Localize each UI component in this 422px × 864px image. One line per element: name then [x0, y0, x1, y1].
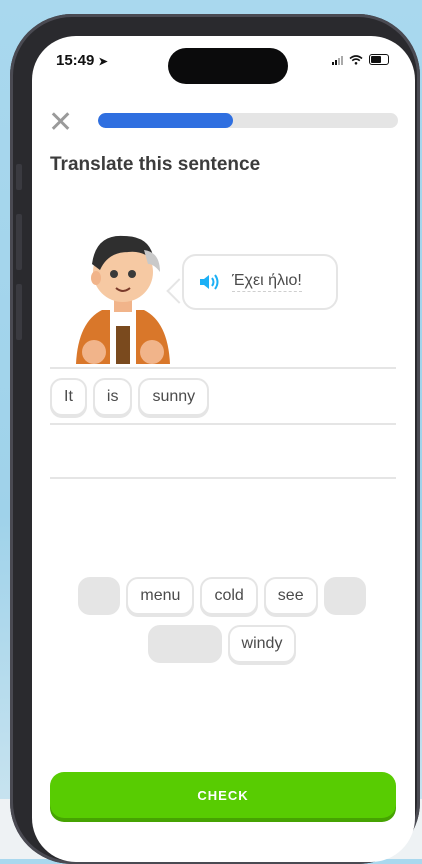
character-illustration [76, 235, 170, 364]
prompt-sentence[interactable]: Έχει ήλιο! [232, 272, 302, 292]
signal-icon [332, 55, 343, 65]
battery-icon [369, 54, 389, 65]
answer-chip[interactable]: It [50, 378, 87, 416]
phone-frame: 15:49 ➤ ✕ Translate this sentence Έχει ή… [10, 14, 420, 864]
check-button[interactable]: CHECK [50, 772, 396, 818]
speaker-icon[interactable] [198, 272, 222, 292]
word-bank-row-2: windy [72, 625, 372, 663]
wifi-icon [349, 54, 363, 65]
app-screen: 15:49 ➤ ✕ Translate this sentence Έχει ή… [32, 36, 415, 862]
page-title: Translate this sentence [50, 154, 261, 175]
word-bank-empty-slot [147, 625, 222, 663]
location-arrow-icon: ➤ [98, 56, 108, 68]
speech-bubble: Έχει ήλιο! [182, 254, 338, 310]
word-bank-chip[interactable]: cold [200, 577, 258, 615]
status-time-text: 15:49 [56, 52, 95, 69]
word-bank-chip[interactable]: windy [227, 625, 297, 663]
silent-switch [16, 164, 22, 190]
answer-line-bottom [50, 477, 396, 479]
volume-down-button [16, 284, 22, 340]
answer-chip[interactable]: is [92, 378, 133, 416]
answer-chip[interactable]: sunny [138, 378, 210, 416]
status-time: 15:49 ➤ [56, 52, 108, 69]
lesson-progress-fill [98, 113, 233, 128]
volume-up-button [16, 214, 22, 270]
word-bank-chip[interactable]: menu [126, 577, 195, 615]
answer-line-middle [50, 423, 396, 425]
answer-area: It is sunny [50, 378, 210, 416]
lesson-progress-bar [98, 113, 398, 128]
word-bank-empty-slot [78, 577, 121, 615]
close-icon[interactable]: ✕ [48, 108, 73, 138]
answer-line-top [50, 367, 396, 369]
word-bank-row-1: menu cold see [72, 577, 372, 615]
word-bank-empty-slot [323, 577, 366, 615]
word-bank-chip[interactable]: see [263, 577, 318, 615]
status-icons [332, 54, 389, 65]
dynamic-island [168, 48, 288, 84]
